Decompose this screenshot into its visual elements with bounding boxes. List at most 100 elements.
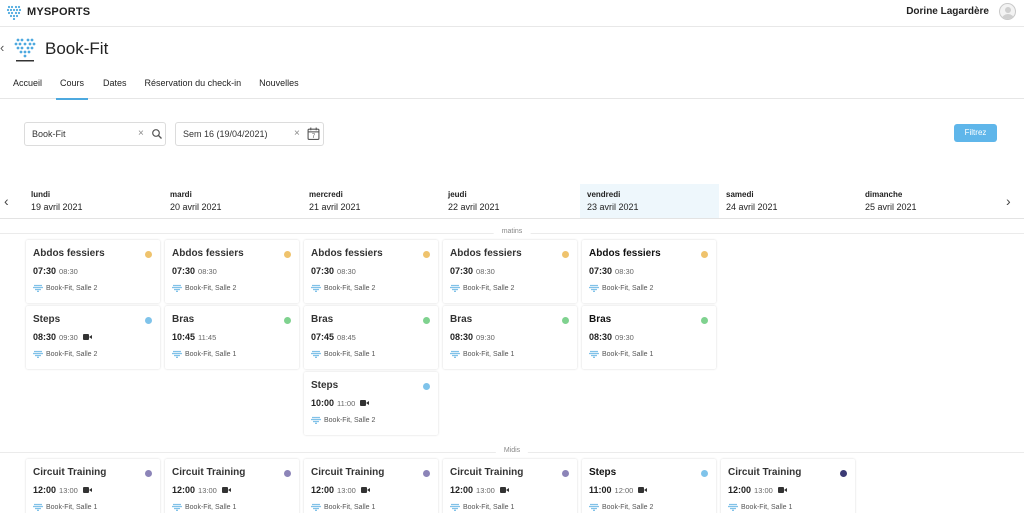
class-time: 12:00 13:00	[450, 485, 509, 495]
day-date: 24 avril 2021	[726, 202, 778, 212]
video-camera-icon	[499, 487, 509, 493]
class-end-time: 09:30	[59, 332, 78, 342]
class-end-time: 09:30	[476, 332, 495, 342]
club-search-field[interactable]: Book-Fit ×	[24, 122, 166, 146]
user-menu[interactable]: Dorine Lagardère	[906, 3, 1016, 20]
week-select-value[interactable]: Sem 16 (19/04/2021)	[183, 129, 268, 139]
class-card[interactable]: Steps 08:30 09:30 Book-Fit, Salle 2	[26, 306, 160, 369]
section-morning: matins	[0, 227, 1024, 239]
day-header-dimanche: dimanche 25 avril 2021	[858, 184, 997, 218]
class-start-time: 07:45	[311, 332, 335, 342]
tab-reservation-checkin[interactable]: Réservation du check-in	[145, 72, 242, 99]
class-location: Book-Fit, Salle 2	[33, 350, 97, 358]
class-title: Abdos fessiers	[33, 248, 105, 259]
class-title: Abdos fessiers	[589, 248, 661, 259]
class-location: Book-Fit, Salle 2	[589, 503, 653, 511]
week-select-field[interactable]: Sem 16 (19/04/2021) × 7	[175, 122, 324, 146]
class-card[interactable]: Steps 11:00 12:00 Book-Fit, Salle 2	[582, 459, 716, 513]
class-location-text: Book-Fit, Salle 1	[602, 350, 654, 358]
class-time: 08:30 09:30	[450, 332, 495, 342]
video-camera-icon	[360, 400, 370, 406]
class-card[interactable]: Abdos fessiers 07:30 08:30 Book-Fit, Salle …	[443, 240, 577, 303]
class-card[interactable]: Steps 10:00 11:00 Book-Fit, Salle 2	[304, 372, 438, 435]
class-start-time: 12:00	[728, 485, 752, 495]
class-title: Steps	[33, 314, 61, 325]
class-end-time: 08:30	[476, 266, 495, 276]
club-search-value[interactable]: Book-Fit	[32, 129, 66, 139]
class-title: Circuit Training	[450, 467, 524, 478]
page-title: Book-Fit	[45, 39, 109, 58]
class-location-text: Book-Fit, Salle 2	[46, 284, 98, 292]
day-header-mercredi: mercredi 21 avril 2021	[302, 184, 441, 218]
club-location-icon	[728, 503, 738, 511]
class-time: 08:30 09:30	[33, 332, 92, 342]
clear-icon[interactable]: ×	[294, 128, 300, 139]
tab-label: Réservation du check-in	[144, 78, 242, 88]
club-location-icon	[589, 503, 599, 511]
class-start-time: 07:30	[33, 266, 57, 276]
previous-week-chevron-icon[interactable]: ‹	[4, 193, 16, 209]
class-location-text: Book-Fit, Salle 1	[463, 503, 515, 511]
back-chevron-icon[interactable]: ‹	[0, 40, 10, 60]
class-location: Book-Fit, Salle 1	[172, 503, 236, 511]
class-title: Bras	[311, 314, 334, 325]
tab-nouvelles[interactable]: Nouvelles	[259, 72, 299, 99]
class-color-dot	[145, 470, 152, 477]
day-name: jeudi	[448, 190, 467, 199]
class-card[interactable]: Circuit Training 12:00 13:00 Book-Fit, Sall…	[26, 459, 160, 513]
class-card[interactable]: Circuit Training 12:00 13:00 Book-Fit, Sall…	[443, 459, 577, 513]
section-noon: Midis	[0, 446, 1024, 458]
class-end-time: 09:30	[615, 332, 634, 342]
class-color-dot	[562, 470, 569, 477]
class-card[interactable]: Abdos fessiers 07:30 08:30 Book-Fit, Salle …	[26, 240, 160, 303]
club-location-icon	[33, 503, 43, 511]
class-start-time: 08:30	[589, 332, 613, 342]
class-card[interactable]: Circuit Training 12:00 13:00 Book-Fit, Sall…	[165, 459, 299, 513]
class-card[interactable]: Bras 07:45 08:45 Book-Fit, Salle 1	[304, 306, 438, 369]
class-time: 12:00 13:00	[172, 485, 231, 495]
calendar-icon[interactable]: 7	[307, 127, 320, 140]
class-location: Book-Fit, Salle 2	[589, 284, 653, 292]
class-title: Abdos fessiers	[311, 248, 383, 259]
section-label-morning: matins	[493, 228, 531, 235]
tab-dates[interactable]: Dates	[103, 72, 127, 99]
class-card[interactable]: Circuit Training 12:00 13:00 Book-Fit, Sall…	[721, 459, 855, 513]
clear-icon[interactable]: ×	[138, 128, 144, 139]
tab-cours[interactable]: Cours	[56, 72, 89, 100]
club-location-icon	[450, 284, 460, 292]
class-card[interactable]: Bras 10:45 11:45 Book-Fit, Salle 1	[165, 306, 299, 369]
class-card[interactable]: Bras 08:30 09:30 Book-Fit, Salle 1	[443, 306, 577, 369]
tab-accueil[interactable]: Accueil	[13, 72, 42, 99]
class-location: Book-Fit, Salle 1	[311, 350, 375, 358]
class-location: Book-Fit, Salle 1	[450, 350, 514, 358]
top-bar: MYSPORTS Dorine Lagardère	[0, 0, 1024, 27]
club-location-icon	[311, 350, 321, 358]
class-title: Abdos fessiers	[172, 248, 244, 259]
filter-submit-button[interactable]: Filtrez	[954, 124, 997, 142]
class-location-text: Book-Fit, Salle 1	[185, 503, 237, 511]
class-time: 12:00 13:00	[311, 485, 370, 495]
search-icon[interactable]	[151, 128, 163, 140]
brand[interactable]: MYSPORTS	[6, 4, 90, 20]
class-card[interactable]: Abdos fessiers 07:30 08:30 Book-Fit, Salle …	[165, 240, 299, 303]
class-card[interactable]: Bras 08:30 09:30 Book-Fit, Salle 1	[582, 306, 716, 369]
club-location-icon	[172, 350, 182, 358]
class-time: 10:00 11:00	[311, 398, 370, 408]
avatar[interactable]	[999, 3, 1016, 20]
class-color-dot	[145, 317, 152, 324]
class-start-time: 12:00	[311, 485, 335, 495]
next-week-chevron-icon[interactable]: ›	[1006, 193, 1018, 209]
class-time: 07:30 08:30	[172, 266, 217, 276]
class-location: Book-Fit, Salle 2	[33, 284, 97, 292]
day-header-vendredi: vendredi 23 avril 2021	[580, 184, 719, 218]
class-title: Abdos fessiers	[450, 248, 522, 259]
class-card[interactable]: Circuit Training 12:00 13:00 Book-Fit, Sall…	[304, 459, 438, 513]
class-start-time: 10:00	[311, 398, 335, 408]
day-header-mardi: mardi 20 avril 2021	[163, 184, 302, 218]
week-header-divider	[0, 218, 1024, 219]
class-location: Book-Fit, Salle 2	[450, 284, 514, 292]
class-color-dot	[701, 470, 708, 477]
class-card[interactable]: Abdos fessiers 07:30 08:30 Book-Fit, Salle …	[582, 240, 716, 303]
class-card[interactable]: Abdos fessiers 07:30 08:30 Book-Fit, Salle …	[304, 240, 438, 303]
class-time: 07:30 08:30	[450, 266, 495, 276]
